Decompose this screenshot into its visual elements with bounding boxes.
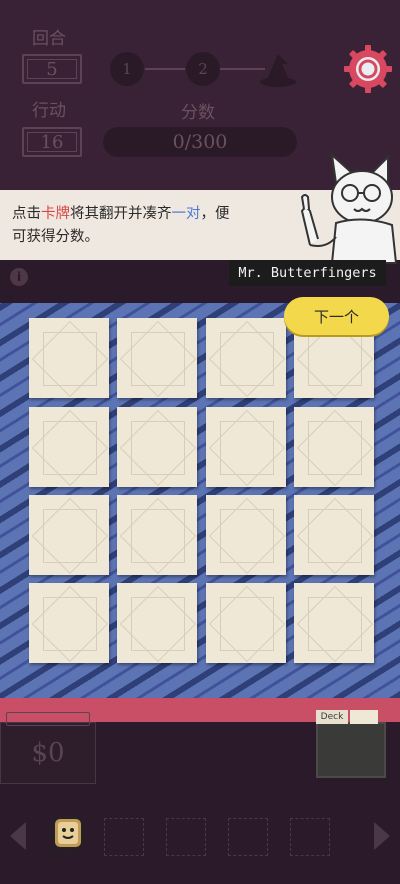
memory-card[interactable] — [117, 318, 197, 398]
moves-counter: 16 — [22, 127, 82, 157]
dialog-text: 将其翻开并凑齐 — [70, 206, 172, 222]
memory-card[interactable] — [206, 318, 286, 398]
score-value: 0/300 — [172, 131, 228, 153]
tutorial-dialog: 点击卡牌将其翻开并凑齐一对，便 可获得分数。 — [0, 190, 310, 260]
memory-card[interactable] — [29, 318, 109, 398]
deck-pile[interactable] — [316, 722, 386, 778]
boss-wizard-hat-icon — [260, 54, 296, 87]
deck-top-card — [350, 710, 378, 724]
dialog-text-line2: 可获得分数。 — [12, 229, 99, 245]
next-button[interactable]: 下一个 — [284, 297, 389, 335]
settings-gear-icon[interactable] — [343, 44, 393, 94]
hand-scroll-right-icon[interactable] — [374, 822, 390, 850]
dialog-text: 点击 — [12, 206, 41, 222]
score-label: 分数 — [181, 103, 215, 123]
memory-card[interactable] — [206, 495, 286, 575]
hand-scroll-left-icon[interactable] — [10, 822, 26, 850]
memory-card[interactable] — [29, 407, 109, 487]
memory-card[interactable] — [206, 407, 286, 487]
speaker-name: Mr. Butterfingers — [238, 265, 377, 281]
memory-card[interactable] — [29, 495, 109, 575]
memory-card[interactable] — [294, 583, 374, 663]
money-value: $0 — [31, 738, 65, 768]
round-value: 5 — [46, 58, 58, 80]
dialog-text: ，便 — [200, 206, 230, 222]
hand-slot[interactable] — [104, 818, 144, 856]
info-icon[interactable]: i — [10, 268, 28, 286]
memory-card[interactable] — [117, 583, 197, 663]
money-display: $0 — [0, 722, 96, 784]
memory-card[interactable] — [294, 407, 374, 487]
memory-card[interactable] — [117, 407, 197, 487]
memory-card[interactable] — [117, 495, 197, 575]
moves-label: 行动 — [32, 101, 66, 121]
score-progress-bar: 0/300 — [103, 127, 297, 157]
memory-card[interactable] — [29, 583, 109, 663]
stage-2-node: 2 — [186, 52, 220, 86]
toast-character-icon — [47, 817, 89, 857]
hand-slot[interactable] — [290, 818, 330, 856]
money-label-frame — [6, 712, 90, 726]
round-counter: 5 — [22, 54, 82, 84]
hand-slot[interactable] — [228, 818, 268, 856]
cat-character-portrait — [300, 153, 398, 264]
round-label: 回合 — [32, 29, 66, 49]
moves-value: 16 — [40, 131, 64, 153]
stage-1-node: 1 — [110, 52, 144, 86]
stage-connector — [145, 68, 185, 70]
hand-slot[interactable] — [166, 818, 206, 856]
memory-card[interactable] — [294, 495, 374, 575]
speaker-nameplate: Mr. Butterfingers — [229, 260, 386, 286]
deck-label: Deck — [316, 710, 348, 724]
dialog-highlight-pair: 一对 — [171, 206, 201, 222]
memory-card[interactable] — [206, 583, 286, 663]
next-button-label: 下一个 — [313, 307, 359, 326]
dialog-highlight-card: 卡牌 — [41, 206, 70, 222]
